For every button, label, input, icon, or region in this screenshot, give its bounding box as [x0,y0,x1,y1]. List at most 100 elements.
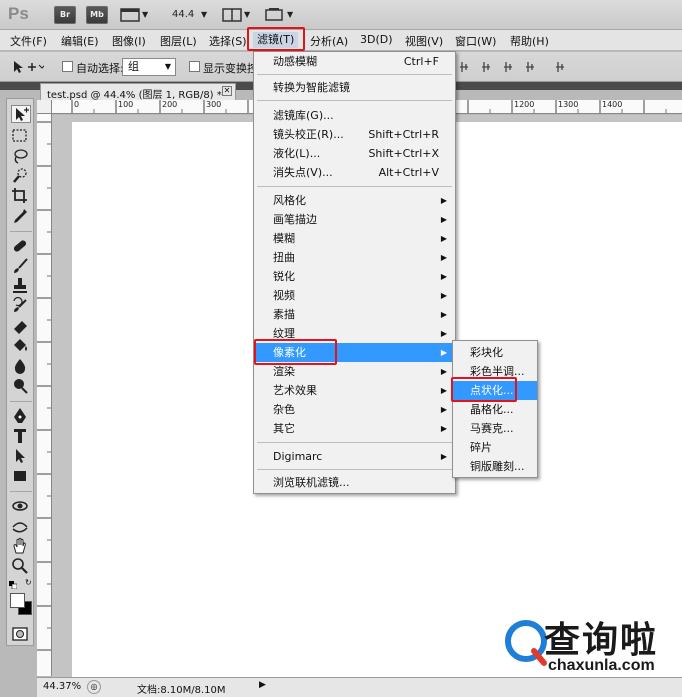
screen-mode-icon[interactable] [264,7,284,23]
quick-mask-button[interactable] [11,625,31,643]
eraser-tool[interactable] [11,317,31,335]
filter-last-filter[interactable]: 动感模糊 Ctrl+F [254,52,455,71]
lasso-tool[interactable] [11,147,31,165]
chevron-down-icon[interactable]: ▼ [287,10,293,19]
view-extras-icon[interactable] [120,7,140,23]
filter-lens-correction[interactable]: 镜头校正(R)... Shift+Ctrl+R [254,125,455,144]
ruler-origin[interactable] [37,100,52,114]
menu-item-shortcut: Shift+Ctrl+X [368,147,439,160]
move-tool-preset-icon[interactable] [8,59,44,75]
filter-other[interactable]: 其它 ▶ [254,419,455,438]
filter-blur[interactable]: 模糊 ▶ [254,229,455,248]
zoom-level[interactable]: 44.4 [172,9,194,20]
status-menu-arrow-icon[interactable]: ▶ [259,680,266,690]
pen-icon [14,408,26,423]
vertical-ruler[interactable] [37,114,52,676]
submenu-arrow-icon: ▶ [440,291,447,300]
status-info-icon[interactable]: ◎ [87,680,101,694]
paint-bucket-tool[interactable] [11,337,31,355]
align-distribute-icons[interactable] [460,59,580,75]
close-icon[interactable]: ✕ [222,86,232,96]
document-tab[interactable]: test.psd @ 44.4% (图层 1, RGB/8) * ✕ [40,83,236,101]
menu-3d[interactable]: 3D(D) [360,33,393,46]
type-icon [14,429,26,443]
chevron-down-icon: ▼ [164,62,171,71]
chevron-down-icon[interactable]: ▼ [201,10,207,19]
menu-layer[interactable]: 图层(L) [160,33,197,49]
filter-gallery[interactable]: 滤镜库(G)... [254,106,455,125]
swap-colors-icon[interactable]: ↻ [25,579,33,587]
default-colors-icon[interactable] [9,579,18,590]
filter-browse-online[interactable]: 浏览联机滤镜... [254,473,455,492]
menu-image[interactable]: 图像(I) [112,33,146,49]
filter-stylize[interactable]: 风格化 ▶ [254,191,455,210]
menu-view[interactable]: 视图(V) [405,33,443,49]
filter-brush-strokes[interactable]: 画笔描边 ▶ [254,210,455,229]
submenu-arrow-icon: ▶ [440,367,447,376]
filter-sketch[interactable]: 素描 ▶ [254,305,455,324]
rectangle-icon [14,471,26,481]
dodge-tool[interactable] [11,377,31,395]
auto-select-checkbox[interactable] [62,61,73,72]
clone-stamp-tool[interactable] [11,277,31,295]
healing-brush-tool[interactable] [11,237,31,255]
submenu-arrow-icon: ▶ [440,405,447,414]
bridge-button[interactable]: Br [54,6,76,24]
filter-liquify[interactable]: 液化(L)... Shift+Ctrl+X [254,144,455,163]
menu-select[interactable]: 选择(S) [209,33,247,49]
menu-item-shortcut: Shift+Ctrl+R [368,128,439,141]
chevron-down-icon[interactable]: ▼ [142,10,148,19]
blur-tool[interactable] [11,357,31,375]
zoom-tool[interactable] [11,557,31,575]
submenu-arrow-icon: ▶ [440,310,447,319]
filter-digimarc[interactable]: Digimarc ▶ [254,447,455,466]
filter-artistic[interactable]: 艺术效果 ▶ [254,381,455,400]
menu-help[interactable]: 帮助(H) [510,33,549,49]
menu-item-label: 渲染 [273,365,295,378]
move-tool[interactable] [11,105,31,123]
brush-tool[interactable] [11,257,31,275]
pixelate-mezzotint[interactable]: 铜版雕刻... [453,457,537,476]
menu-item-label: 消失点(V)... [273,166,333,179]
filter-video[interactable]: 视频 ▶ [254,286,455,305]
filter-vanishing-point[interactable]: 消失点(V)... Alt+Ctrl+V [254,163,455,182]
marquee-tool[interactable] [11,127,31,145]
show-transform-checkbox[interactable] [189,61,200,72]
pixelate-color-halftone-block[interactable]: 彩块化 [453,343,537,362]
pixelate-highlight-box [254,339,337,365]
quick-selection-tool[interactable] [11,167,31,185]
filter-convert-smart[interactable]: 转换为智能滤镜 [254,78,455,97]
menu-analysis[interactable]: 分析(A) [310,33,348,49]
eyedropper-tool[interactable] [11,207,31,225]
menu-window[interactable]: 窗口(W) [455,33,496,49]
shape-tool[interactable] [11,467,31,485]
3d-rotate-icon [12,501,28,511]
photoshop-logo: Ps [8,4,29,23]
menu-item-label: 扭曲 [273,251,295,264]
3d-rotate-tool[interactable] [11,497,31,515]
crop-tool[interactable] [11,187,31,205]
auto-select-dropdown[interactable]: 组 ▼ [122,58,176,76]
menu-edit[interactable]: 编辑(E) [61,33,99,49]
filter-sharpen[interactable]: 锐化 ▶ [254,267,455,286]
arrange-documents-icon[interactable] [222,7,242,23]
3d-orbit-tool[interactable] [11,517,31,535]
hand-icon [13,537,26,554]
pixelate-crystallize[interactable]: 晶格化... [453,400,537,419]
chevron-down-icon[interactable]: ▼ [244,10,250,19]
filter-distort[interactable]: 扭曲 ▶ [254,248,455,267]
stamp-icon [13,278,27,293]
filter-noise[interactable]: 杂色 ▶ [254,400,455,419]
vertical-ruler-ticks [37,121,51,651]
foreground-color-swatch[interactable] [10,593,25,608]
status-zoom[interactable]: 44.37% [43,681,81,692]
menu-file[interactable]: 文件(F) [10,33,47,49]
pixelate-mosaic[interactable]: 马赛克... [453,419,537,438]
hand-tool[interactable] [11,537,31,555]
path-selection-tool[interactable] [11,447,31,465]
history-brush-tool[interactable] [11,296,31,315]
pen-tool[interactable] [11,407,31,425]
mini-bridge-button[interactable]: Mb [86,6,108,24]
pixelate-fragment[interactable]: 碎片 [453,438,537,457]
type-tool[interactable] [11,427,31,445]
